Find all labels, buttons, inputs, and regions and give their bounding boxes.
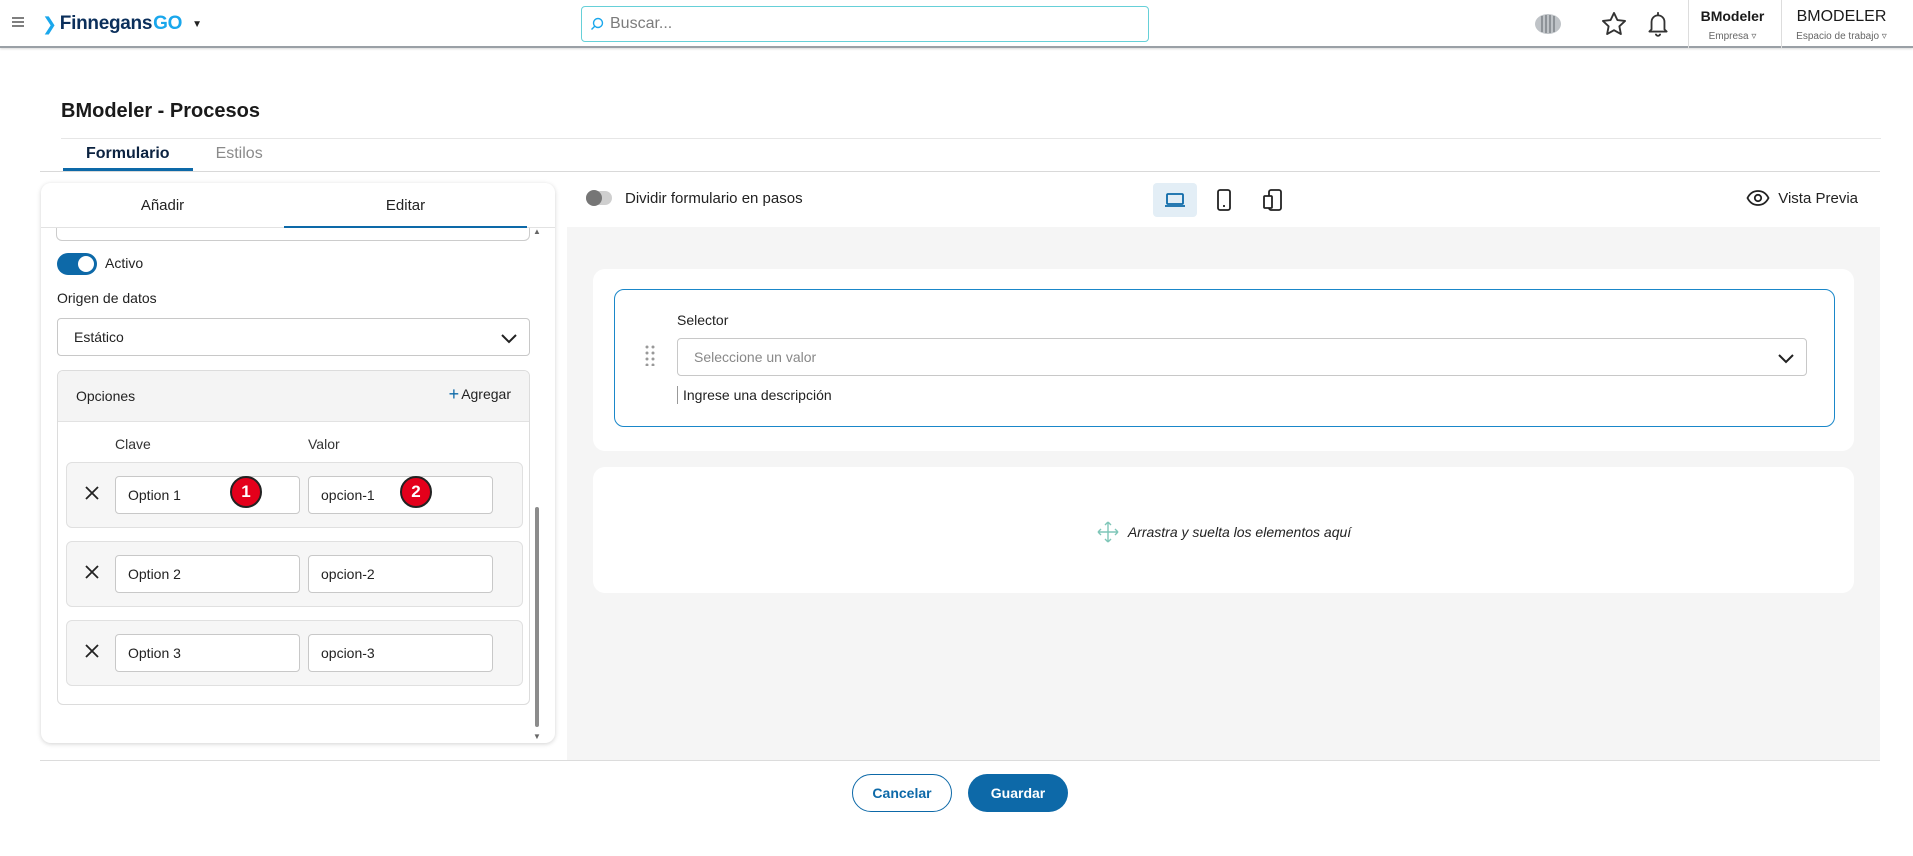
eye-icon — [1746, 190, 1770, 206]
remove-option-icon[interactable] — [81, 482, 103, 504]
drag-handle-icon[interactable] — [644, 344, 656, 366]
annotation-badge-2: 2 — [400, 476, 432, 508]
preview-button[interactable]: Vista Previa — [1746, 189, 1858, 207]
laptop-view-button[interactable] — [1153, 183, 1197, 217]
workspace-name: BMODELER — [1796, 8, 1887, 25]
mobile-view-button[interactable] — [1251, 183, 1295, 217]
add-option-label: Agregar — [461, 386, 511, 402]
options-header: Opciones + Agregar — [58, 371, 529, 422]
company-selector[interactable]: BModeler Empresa ▿ — [1688, 0, 1776, 48]
chevron-down-icon — [1778, 354, 1794, 364]
tablet-icon — [1217, 189, 1231, 211]
option-row: Option 3 opcion-3 — [66, 620, 523, 686]
selector-component[interactable]: Selector Seleccione un valor Ingrese una… — [614, 289, 1835, 427]
finnegans-logo[interactable]: ❯ Finnegans GO ▼ — [42, 11, 202, 37]
editor-panel: Añadir Editar Activo Origen de datos Est… — [41, 183, 555, 743]
option-key-input[interactable]: Option 1 — [115, 476, 300, 514]
divider — [40, 171, 1880, 172]
workspace-label: Espacio de trabajo ▿ — [1796, 31, 1887, 42]
company-name: BModeler — [1700, 8, 1765, 24]
drop-zone[interactable]: Arrastra y suelta los elementos aquí — [593, 467, 1854, 593]
move-icon — [1097, 521, 1119, 543]
search-icon — [591, 17, 604, 30]
logo-text: Finnegans — [59, 13, 153, 34]
editor-scrollbar[interactable]: ▲ ▼ — [531, 227, 543, 741]
selector-dropdown[interactable]: Seleccione un valor — [677, 338, 1807, 376]
tab-anadir[interactable]: Añadir — [41, 183, 284, 227]
options-section: Opciones + Agregar Clave Valor Option 1 … — [57, 370, 530, 705]
form-canvas-panel: Dividir formulario en pasos Vista Previa… — [567, 183, 1880, 760]
form-canvas: Selector Seleccione un valor Ingrese una… — [567, 227, 1880, 760]
scroll-up-icon[interactable]: ▲ — [533, 227, 541, 236]
selector-label: Selector — [677, 312, 729, 328]
active-toggle-label: Activo — [105, 255, 144, 271]
add-option-button[interactable]: + Agregar — [448, 384, 511, 404]
drop-zone-message: Arrastra y suelta los elementos aquí — [593, 520, 1854, 544]
option-row: Option 2 opcion-2 — [66, 541, 523, 607]
option-value-input[interactable]: opcion-3 — [308, 634, 493, 672]
tab-editar[interactable]: Editar — [284, 183, 527, 228]
save-button[interactable]: Guardar — [968, 774, 1068, 812]
logo-chevron-icon: ❯ — [42, 13, 57, 34]
scroll-down-icon[interactable]: ▼ — [533, 732, 541, 741]
options-title: Opciones — [76, 388, 136, 404]
data-source-label: Origen de datos — [57, 290, 157, 306]
top-bar: ❯ Finnegans GO ▼ BModeler Empresa ▿ BMOD… — [0, 0, 1913, 48]
page-tabs: Formulario Estilos — [63, 139, 286, 171]
search-box[interactable] — [581, 6, 1149, 42]
scrollbar-thumb[interactable] — [535, 507, 539, 727]
company-label: Empresa ▿ — [1708, 31, 1757, 42]
mobile-icon — [1263, 189, 1282, 211]
selector-description[interactable]: Ingrese una descripción — [677, 386, 832, 404]
logo-suffix: GO — [153, 13, 183, 34]
column-header-key: Clave — [115, 436, 151, 452]
laptop-icon — [1165, 193, 1185, 207]
tablet-view-button[interactable] — [1202, 183, 1246, 217]
hamburger-menu-icon[interactable] — [10, 14, 26, 30]
caret-down-icon[interactable]: ▼ — [192, 19, 202, 30]
editor-tabs: Añadir Editar — [41, 183, 555, 228]
workspace-selector[interactable]: BMODELER Espacio de trabajo ▿ — [1781, 0, 1901, 48]
divider — [61, 138, 1881, 139]
divider — [40, 760, 1880, 761]
page-title: BModeler - Procesos — [61, 100, 260, 122]
form-row: Selector Seleccione un valor Ingrese una… — [593, 269, 1854, 451]
remove-option-icon[interactable] — [81, 640, 103, 662]
column-header-value: Valor — [308, 436, 340, 452]
option-row: Option 1 opcion-1 1 2 — [66, 462, 523, 528]
remove-option-icon[interactable] — [81, 561, 103, 583]
star-icon[interactable] — [1599, 10, 1629, 38]
split-steps-toggle[interactable] — [586, 190, 612, 206]
tab-estilos[interactable]: Estilos — [193, 139, 286, 171]
option-value-input[interactable]: opcion-2 — [308, 555, 493, 593]
brain-icon[interactable] — [1533, 10, 1563, 38]
plus-icon: + — [448, 384, 460, 404]
chevron-down-icon — [501, 334, 517, 344]
preview-label: Vista Previa — [1778, 189, 1858, 207]
option-key-input[interactable]: Option 3 — [115, 634, 300, 672]
annotation-badge-1: 1 — [230, 476, 262, 508]
option-key-input[interactable]: Option 2 — [115, 555, 300, 593]
active-toggle[interactable] — [57, 253, 97, 275]
split-steps-label: Dividir formulario en pasos — [625, 190, 803, 207]
data-source-select[interactable]: Estático — [57, 318, 530, 356]
bell-icon[interactable] — [1643, 10, 1673, 38]
tab-formulario[interactable]: Formulario — [63, 139, 193, 171]
data-source-value: Estático — [74, 329, 124, 345]
drop-zone-text: Arrastra y suelta los elementos aquí — [1127, 524, 1352, 540]
search-input[interactable] — [610, 15, 1130, 33]
selector-placeholder: Seleccione un valor — [694, 349, 817, 365]
cancel-button[interactable]: Cancelar — [852, 774, 952, 812]
